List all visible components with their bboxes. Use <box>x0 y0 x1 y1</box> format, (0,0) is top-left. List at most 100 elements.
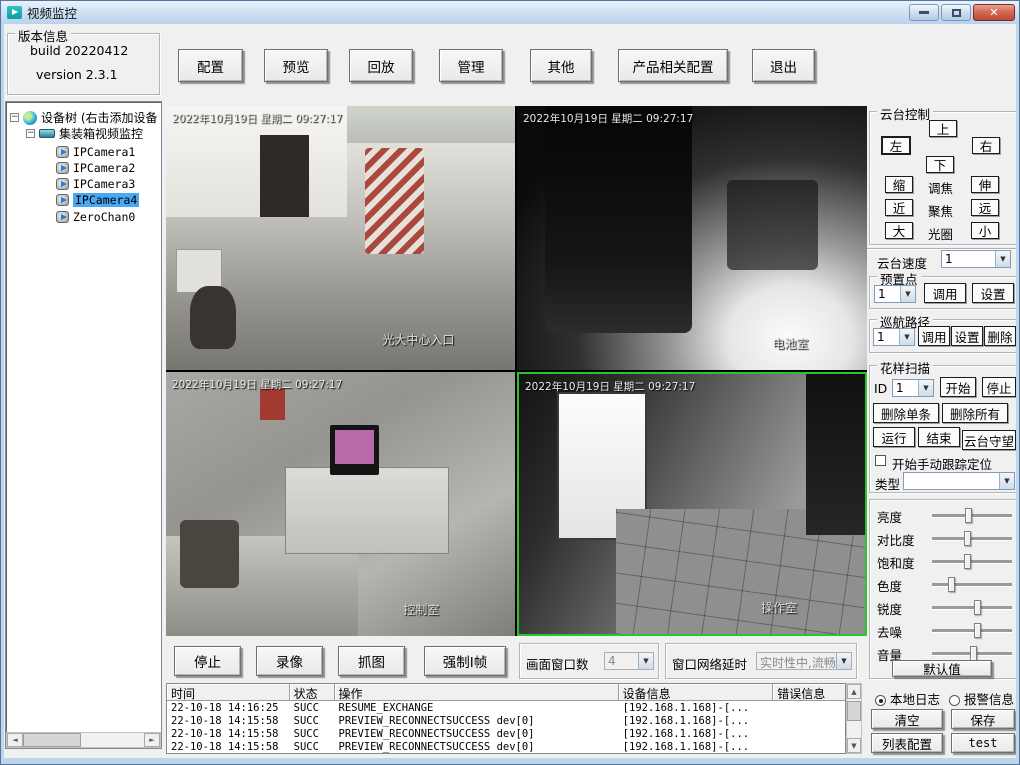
focus-near-button[interactable]: 近 <box>885 199 913 216</box>
tree-horizontal-scrollbar[interactable]: ◄ ► <box>6 732 161 748</box>
minimize-button[interactable] <box>909 4 939 21</box>
log-row[interactable]: 22-10-18 14:16:25 SUCC RESUME_EXCHANGE [… <box>167 701 845 714</box>
type-select[interactable]: ▼ <box>903 472 1015 490</box>
column-header-error[interactable]: 错误信息 <box>773 684 845 701</box>
ptz-down-button[interactable]: 下 <box>926 156 954 173</box>
log-row[interactable]: 22-10-18 14:15:58 SUCC PREVIEW_RECONNECT… <box>167 714 845 727</box>
video-feed <box>806 374 865 535</box>
volume-slider[interactable] <box>932 652 1012 655</box>
denoise-slider[interactable] <box>932 629 1012 632</box>
video-cell-4-selected[interactable]: 2022年10月19日 星期二 09:27:17 操作室 <box>517 372 867 636</box>
playback-button[interactable]: 回放 <box>349 49 413 82</box>
close-button[interactable]: ✕ <box>973 4 1015 21</box>
cruise-call-button[interactable]: 调用 <box>918 326 950 346</box>
other-button[interactable]: 其他 <box>530 49 592 82</box>
local-log-label: 本地日志 <box>890 692 940 707</box>
slider-thumb[interactable] <box>948 577 955 592</box>
slider-thumb[interactable] <box>970 646 977 661</box>
denoise-label: 去噪 <box>877 622 902 641</box>
log-row[interactable]: 22-10-18 14:15:58 SUCC PREVIEW_RECONNECT… <box>167 727 845 740</box>
tree-item-ipcamera3[interactable]: IPCamera3 <box>56 176 135 191</box>
pattern-start-button[interactable]: 开始 <box>940 377 976 397</box>
record-button[interactable]: 录像 <box>256 646 323 676</box>
tree-item-zerochan0[interactable]: ZeroChan0 <box>56 209 135 224</box>
pattern-id-select[interactable]: 1 ▼ <box>892 379 934 397</box>
scroll-right-icon[interactable]: ► <box>144 733 160 747</box>
pattern-run-button[interactable]: 运行 <box>873 427 915 447</box>
scrollbar-thumb[interactable] <box>23 733 81 747</box>
ptz-left-button[interactable]: 左 <box>882 137 910 154</box>
video-room-label: 电池室 <box>773 335 809 352</box>
iris-small-button[interactable]: 小 <box>971 222 999 239</box>
scroll-down-icon[interactable]: ▼ <box>847 738 861 753</box>
list-config-button[interactable]: 列表配置 <box>871 733 943 753</box>
slider-thumb[interactable] <box>964 531 971 546</box>
tree-item-container-group[interactable]: − 集装箱视频监控 <box>26 126 143 141</box>
scroll-left-icon[interactable]: ◄ <box>7 733 23 747</box>
window-title: 视频监控 <box>27 3 77 22</box>
save-button[interactable]: 保存 <box>951 709 1015 729</box>
pattern-delete-all-button[interactable]: 删除所有 <box>942 403 1008 423</box>
video-cell-3[interactable]: 2022年10月19日 星期二 09:27:17 控制室 <box>166 372 515 636</box>
ptz-watch-button[interactable]: 云台守望 <box>962 430 1016 450</box>
zoom-out-button[interactable]: 缩 <box>885 176 913 193</box>
pattern-end-button[interactable]: 结束 <box>918 427 960 447</box>
local-log-radio[interactable]: 本地日志 <box>875 689 940 708</box>
scrollbar-thumb[interactable] <box>847 701 861 721</box>
saturation-slider[interactable] <box>932 560 1012 563</box>
maximize-button[interactable] <box>941 4 971 21</box>
log-row[interactable]: 22-10-18 14:15:58 SUCC PREVIEW_RECONNECT… <box>167 741 845 754</box>
snapshot-button[interactable]: 抓图 <box>338 646 405 676</box>
pattern-delete-one-button[interactable]: 删除单条 <box>873 403 939 423</box>
config-button[interactable]: 配置 <box>178 49 243 82</box>
scroll-up-icon[interactable]: ▲ <box>847 684 861 699</box>
force-iframe-button[interactable]: 强制I帧 <box>424 646 506 676</box>
stop-button[interactable]: 停止 <box>174 646 241 676</box>
cruise-delete-button[interactable]: 删除 <box>984 326 1016 346</box>
manual-track-checkbox[interactable] <box>875 455 886 466</box>
column-header-time[interactable]: 时间 <box>167 684 290 701</box>
column-header-operation[interactable]: 操作 <box>335 684 619 701</box>
column-header-status[interactable]: 状态 <box>290 684 335 701</box>
test-button[interactable]: test <box>951 733 1015 753</box>
contrast-slider[interactable] <box>932 537 1012 540</box>
alarm-info-radio[interactable]: 报警信息 <box>949 689 1014 708</box>
latency-select[interactable]: 实时性中,流畅性 ▼ <box>756 652 852 670</box>
tree-item-ipcamera1[interactable]: IPCamera1 <box>56 144 135 159</box>
default-values-button[interactable]: 默认值 <box>892 660 992 677</box>
slider-thumb[interactable] <box>964 554 971 569</box>
preview-button[interactable]: 预览 <box>264 49 328 82</box>
clear-button[interactable]: 清空 <box>871 709 943 729</box>
exit-button[interactable]: 退出 <box>752 49 815 82</box>
tree-item-device-root[interactable]: − 设备树 (右击添加设备 <box>10 110 158 125</box>
slider-thumb[interactable] <box>974 600 981 615</box>
video-cell-2[interactable]: 2022年10月19日 星期二 09:27:17 电池室 <box>517 106 867 370</box>
collapse-icon[interactable]: − <box>10 113 19 122</box>
sharpness-slider[interactable] <box>932 606 1012 609</box>
ptz-right-button[interactable]: 右 <box>972 137 1000 154</box>
collapse-icon[interactable]: − <box>26 129 35 138</box>
focus-far-button[interactable]: 远 <box>971 199 999 216</box>
slider-thumb[interactable] <box>965 508 972 523</box>
manage-button[interactable]: 管理 <box>439 49 503 82</box>
video-cell-1[interactable]: 2022年10月19日 星期二 09:27:17 光大中心入口 <box>166 106 515 370</box>
pattern-stop-button[interactable]: 停止 <box>982 377 1016 397</box>
hue-slider[interactable] <box>932 583 1012 586</box>
cruise-select[interactable]: 1 ▼ <box>873 328 915 346</box>
preset-call-button[interactable]: 调用 <box>924 283 966 303</box>
slider-thumb[interactable] <box>974 623 981 638</box>
log-vertical-scrollbar[interactable]: ▲ ▼ <box>846 683 862 754</box>
column-header-device[interactable]: 设备信息 <box>619 684 774 701</box>
ptz-speed-select[interactable]: 1 ▼ <box>941 250 1011 268</box>
zoom-in-button[interactable]: 伸 <box>971 176 999 193</box>
tree-item-ipcamera4[interactable]: IPCamera4 <box>56 192 139 207</box>
cruise-set-button[interactable]: 设置 <box>951 326 983 346</box>
preset-set-button[interactable]: 设置 <box>972 283 1014 303</box>
tree-item-ipcamera2[interactable]: IPCamera2 <box>56 160 135 175</box>
brightness-slider[interactable] <box>932 514 1012 517</box>
window-count-select[interactable]: 4 ▼ <box>604 652 654 670</box>
product-config-button[interactable]: 产品相关配置 <box>618 49 728 82</box>
iris-big-button[interactable]: 大 <box>885 222 913 239</box>
preset-select[interactable]: 1 ▼ <box>874 285 916 303</box>
ptz-up-button[interactable]: 上 <box>929 120 957 137</box>
